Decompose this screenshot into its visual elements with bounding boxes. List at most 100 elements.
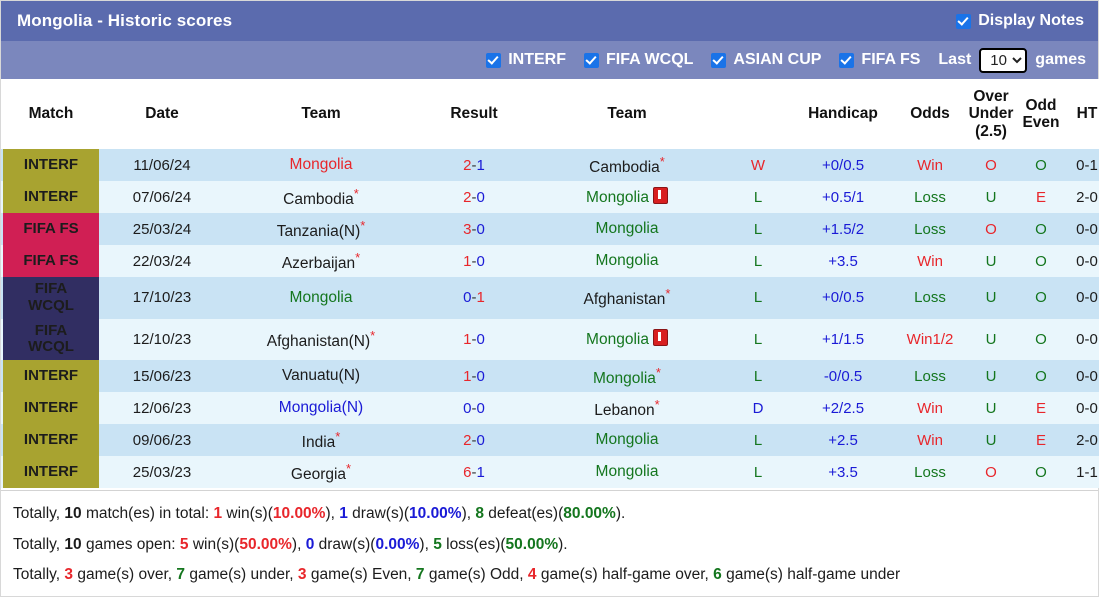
table-row[interactable]: INTERF 07/06/24 Cambodia* 2-0 Mongolia L +0.5/…: [1, 181, 1099, 213]
match-competition-badge[interactable]: FIFA FS: [1, 245, 101, 277]
table-row[interactable]: FIFA FS 22/03/24 Azerbaijan* 1-0 Mongolia L +3…: [1, 245, 1099, 277]
match-competition-badge[interactable]: INTERF: [1, 424, 101, 457]
header-over-under-25[interactable]: Over Under (2.5): [965, 79, 1017, 149]
away-team[interactable]: Mongolia: [529, 456, 725, 489]
home-team[interactable]: India*: [223, 424, 419, 457]
home-team[interactable]: Azerbaijan*: [223, 245, 419, 277]
match-result-score[interactable]: 2-1: [419, 149, 529, 181]
match-competition-badge[interactable]: FIFA FS: [1, 213, 101, 245]
away-team[interactable]: Afghanistan*: [529, 277, 725, 319]
filter-fifa-fs[interactable]: FIFA FS: [839, 51, 920, 69]
table-row[interactable]: FIFA FS 25/03/24 Tanzania(N)* 3-0 Mongolia L +…: [1, 213, 1099, 245]
header-odd-even[interactable]: Odd Even: [1017, 79, 1065, 149]
over-under-25-value: O: [965, 149, 1017, 181]
open-wins-percent: 50.00%: [239, 535, 292, 553]
score-away: 0: [476, 188, 485, 206]
asian-cup-checkbox[interactable]: [711, 52, 727, 68]
home-team[interactable]: Tanzania(N)*: [223, 213, 419, 245]
table-row[interactable]: INTERF 11/06/24 Mongolia 2-1 Cambodia* W +0/0.…: [1, 149, 1099, 181]
away-team[interactable]: Mongolia: [529, 318, 725, 361]
odd-even-value: E: [1017, 392, 1065, 425]
filter-interf[interactable]: INTERF: [486, 51, 566, 69]
match-result-score[interactable]: 6-1: [419, 456, 529, 489]
match-result-score[interactable]: 3-0: [419, 213, 529, 245]
match-date: 15/06/23: [101, 360, 223, 393]
header-date[interactable]: Date: [101, 79, 223, 149]
win-draw-loss: L: [725, 456, 791, 489]
header-away-team[interactable]: Team: [529, 79, 725, 149]
home-team[interactable]: Mongolia: [223, 277, 419, 319]
competition-label: INTERF: [3, 424, 99, 457]
away-team[interactable]: Mongolia: [529, 245, 725, 277]
header-odds[interactable]: Odds: [895, 79, 965, 149]
table-row[interactable]: INTERF 15/06/23 Vanuatu(N) 1-0 Mongolia* L -0/…: [1, 360, 1099, 393]
table-row[interactable]: INTERF 12/06/23 Mongolia(N) 0-0 Lebanon* D +2/…: [1, 392, 1099, 425]
competition-label: FIFA WCQL: [3, 318, 99, 361]
home-team[interactable]: Georgia*: [223, 456, 419, 489]
competition-label-line: FIFA: [34, 280, 68, 297]
games-count-select[interactable]: 10203050: [979, 47, 1028, 73]
handicap-value-text: -0/0.5: [823, 367, 863, 385]
filter-fifa-wcql[interactable]: FIFA WCQL: [584, 51, 693, 69]
summary-text: match(es) in total:: [81, 505, 214, 523]
away-team[interactable]: Mongolia: [529, 213, 725, 245]
header-home-team[interactable]: Team: [223, 79, 419, 149]
competition-label-text: FIFA WCQL: [28, 280, 74, 315]
header-match[interactable]: Match: [1, 79, 101, 149]
display-notes-checkbox[interactable]: [956, 13, 972, 29]
table-row[interactable]: INTERF 09/06/23 India* 2-0 Mongolia L +2.5 Win U…: [1, 424, 1099, 457]
header-result[interactable]: Result: [419, 79, 529, 149]
table-row[interactable]: FIFA WCQL 12/10/23 Afghanistan(N)* 1-0 Mongol…: [1, 318, 1099, 361]
summary-line-ou: Totally, 3 game(s) over, 7 game(s) under…: [13, 560, 1086, 590]
match-competition-badge[interactable]: INTERF: [1, 181, 101, 213]
half-game-over: 4: [527, 565, 537, 583]
odd-even-value-text: O: [1035, 156, 1047, 174]
match-competition-badge[interactable]: INTERF: [1, 392, 101, 425]
header-handicap[interactable]: Handicap: [791, 79, 895, 149]
match-competition-badge[interactable]: INTERF: [1, 456, 101, 489]
match-date-text: 12/10/23: [132, 330, 192, 348]
away-team[interactable]: Lebanon*: [529, 392, 725, 425]
odds-result-text: Loss: [914, 188, 946, 206]
home-team[interactable]: Afghanistan(N)*: [223, 318, 419, 361]
win-draw-loss-text: L: [753, 431, 763, 449]
fifa-fs-checkbox[interactable]: [839, 52, 855, 68]
away-team[interactable]: Mongolia: [529, 424, 725, 457]
odd-even-value-text: O: [1035, 330, 1047, 348]
match-result-score[interactable]: 0-0: [419, 392, 529, 425]
away-team-name: Cambodia: [589, 158, 660, 176]
win-draw-loss: W: [725, 149, 791, 181]
match-result-score[interactable]: 1-0: [419, 245, 529, 277]
fifa-wcql-checkbox[interactable]: [584, 52, 600, 68]
match-result-score[interactable]: 1-0: [419, 318, 529, 361]
header-ht[interactable]: HT: [1065, 79, 1099, 149]
match-competition-badge[interactable]: INTERF: [1, 149, 101, 181]
score-home: 6: [463, 463, 472, 481]
header-row: Match Date Team Result Team Handicap Odd…: [1, 79, 1099, 149]
match-result-score[interactable]: 2-0: [419, 424, 529, 457]
table-row[interactable]: INTERF 25/03/23 Georgia* 6-1 Mongolia L +3.5 Lo…: [1, 456, 1099, 489]
away-team[interactable]: Mongolia*: [529, 360, 725, 393]
home-team[interactable]: Mongolia: [223, 149, 419, 181]
over-under-25-value-text: U: [985, 330, 997, 348]
match-result-score[interactable]: 2-0: [419, 181, 529, 213]
over-under-25-value-text: U: [985, 289, 997, 307]
filter-asian-cup[interactable]: ASIAN CUP: [711, 51, 821, 69]
table-row[interactable]: FIFA WCQL 17/10/23 Mongolia 0-1 Afghanistan* L…: [1, 277, 1099, 319]
match-competition-badge[interactable]: FIFA WCQL: [1, 277, 101, 319]
asian-cup-label: ASIAN CUP: [733, 51, 822, 68]
score-home: 1: [463, 252, 472, 270]
odds-result: Win1/2: [895, 318, 965, 361]
away-team[interactable]: Mongolia: [529, 181, 725, 213]
match-competition-badge[interactable]: INTERF: [1, 360, 101, 393]
home-team[interactable]: Mongolia(N): [223, 392, 419, 425]
home-team-name: Cambodia: [283, 190, 354, 208]
home-team[interactable]: Vanuatu(N): [223, 360, 419, 393]
away-team[interactable]: Cambodia*: [529, 149, 725, 181]
over-under-25-value-text: U: [985, 367, 997, 385]
match-result-score[interactable]: 0-1: [419, 277, 529, 319]
interf-checkbox[interactable]: [486, 52, 502, 68]
match-result-score[interactable]: 1-0: [419, 360, 529, 393]
match-competition-badge[interactable]: FIFA WCQL: [1, 318, 101, 361]
home-team[interactable]: Cambodia*: [223, 181, 419, 213]
